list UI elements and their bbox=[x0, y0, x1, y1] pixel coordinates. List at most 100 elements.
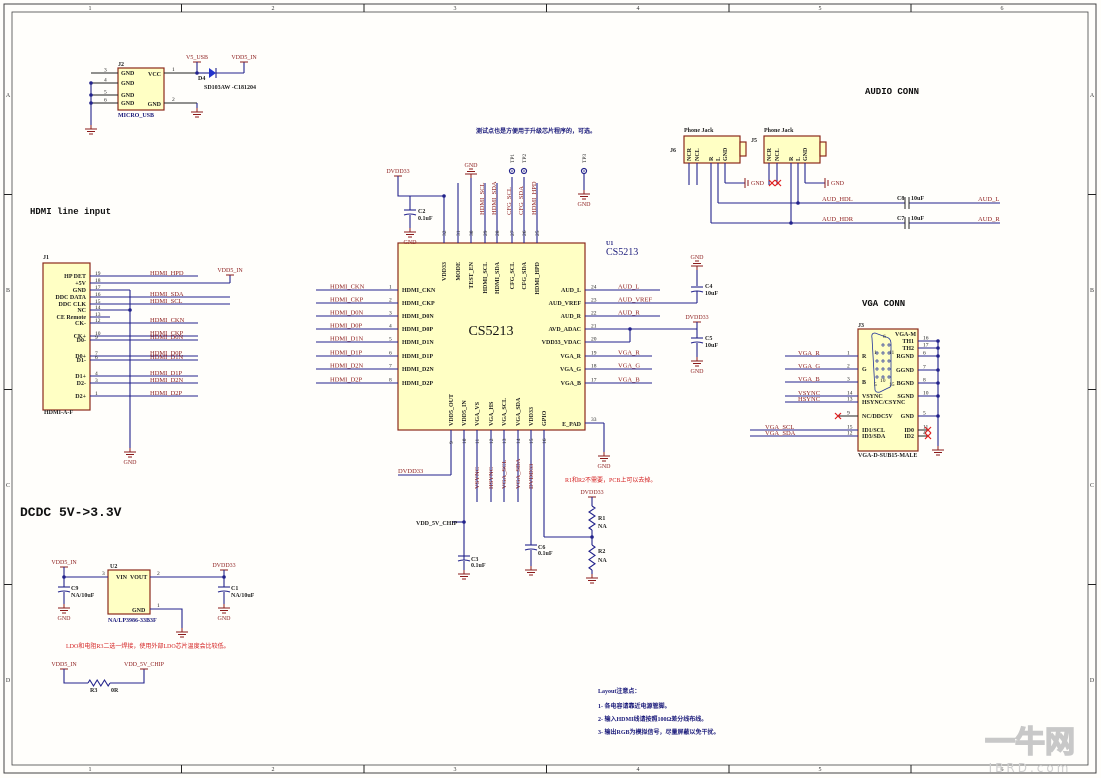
pin-name: MODE bbox=[456, 262, 462, 281]
pin-name: TEST_EN bbox=[469, 261, 475, 288]
pin-number: 28 bbox=[495, 230, 501, 236]
net-label: HDMI_D0P bbox=[330, 323, 363, 330]
pin-number: 6 bbox=[104, 98, 107, 104]
grid-col-label: 5 bbox=[819, 767, 822, 773]
pin-name: VGA_B bbox=[561, 381, 581, 387]
pin-number: 30 bbox=[469, 230, 475, 236]
net-label: VGA_SDA bbox=[765, 430, 796, 437]
ground-icon bbox=[58, 604, 70, 614]
pin-name: AUD_L bbox=[561, 288, 581, 294]
net-label: HDMI_SCL bbox=[150, 298, 183, 305]
pin-name: VIN bbox=[116, 575, 128, 581]
pin-name: R bbox=[709, 156, 715, 161]
dsub-pin-label: 1 bbox=[874, 350, 877, 356]
cap-plate bbox=[57, 590, 71, 593]
pin-name: HDMI_CKP bbox=[402, 301, 435, 307]
pin-number: 4 bbox=[104, 78, 107, 84]
pin-name: VGA_R bbox=[560, 354, 581, 360]
grid-col-label: 4 bbox=[637, 6, 640, 12]
dsub-pin-label: 5 bbox=[874, 382, 877, 388]
pin-number: 3 bbox=[104, 68, 107, 74]
pin-name: NC bbox=[77, 308, 86, 314]
pin-name: GND bbox=[121, 71, 135, 77]
footprint-label: HDMI-A-F bbox=[44, 410, 73, 416]
layout-note-item: 2- 输入HDMI线请按照100Ω差分线布线。 bbox=[598, 715, 707, 723]
grid-row-label: D bbox=[6, 678, 11, 684]
capacitor-icon bbox=[524, 544, 538, 551]
chip-center-label: CS5213 bbox=[468, 324, 513, 339]
net-label: HSYNC bbox=[488, 467, 495, 489]
net-label: HDMI_CKN bbox=[330, 284, 365, 291]
net-label: HDMI_SDA bbox=[150, 291, 184, 298]
pin-number: 16 bbox=[542, 438, 548, 444]
ground-icon bbox=[458, 570, 470, 580]
test-point-label: TP2 bbox=[522, 154, 528, 163]
ground-label: GND bbox=[691, 255, 705, 261]
net-label: HDMI_D0N bbox=[330, 310, 364, 317]
ref-designator: J3 bbox=[858, 323, 864, 329]
part-name: CS5213 bbox=[606, 247, 638, 258]
pin-number: 15 bbox=[529, 438, 535, 444]
ground-icon bbox=[85, 125, 97, 135]
pin-name: D2- bbox=[77, 381, 86, 387]
pin-number: 32 bbox=[442, 230, 448, 236]
grid-row-label: B bbox=[6, 288, 10, 294]
pin-name: VGA_G bbox=[560, 367, 581, 373]
test-point-label: TP3 bbox=[582, 154, 588, 163]
grid-row-label: D bbox=[1090, 678, 1095, 684]
pin-number: 5 bbox=[104, 90, 107, 96]
schematic-sheet: 1 1 2 2 3 3 4 4 5 5 6 6 A A B B C C D D J2 MICRO_USB 3 GND 4 GND 5… bbox=[0, 0, 1101, 778]
ground-label: GND bbox=[691, 369, 705, 375]
section-title-hdmi: HDMI line input bbox=[30, 207, 111, 217]
net-label: HDMI_D1P bbox=[150, 370, 183, 377]
section-title-vga: VGA CONN bbox=[862, 299, 905, 309]
power-net-label: VDD5_IN bbox=[51, 662, 77, 668]
pin-name: VGA_SCL bbox=[502, 398, 508, 426]
ground-icon bbox=[218, 604, 230, 614]
pin-name: GND bbox=[901, 414, 915, 420]
pin-name: GND bbox=[132, 608, 146, 614]
test-point-note: 测试点也是方便用于升级芯片程序的，可选。 bbox=[476, 127, 596, 135]
test-point-label: TP1 bbox=[510, 154, 516, 163]
pin-number: 5 bbox=[389, 337, 392, 343]
pin-name: D1+ bbox=[75, 374, 86, 380]
net-label: VGA_SCL bbox=[501, 460, 508, 489]
ground-icon bbox=[598, 452, 610, 462]
capacitor-icon bbox=[217, 586, 231, 593]
pin-name: NCR bbox=[767, 147, 773, 161]
part-name: MICRO_USB bbox=[118, 113, 154, 119]
pin-number: 18 bbox=[591, 364, 597, 370]
test-point-center bbox=[523, 170, 525, 172]
res-value: NA bbox=[598, 558, 607, 564]
layout-note-item: 1- 各电容请靠近电源管脚。 bbox=[598, 702, 671, 710]
pin-number: 26 bbox=[522, 230, 528, 236]
ground-icon bbox=[691, 260, 703, 270]
pin-name: GND bbox=[803, 147, 809, 161]
power-net-label: V5_USB bbox=[186, 55, 208, 61]
pin-name: HDMI_HPD bbox=[535, 261, 541, 294]
resistor-icon bbox=[588, 505, 596, 531]
cap-value: 10uF bbox=[705, 291, 718, 297]
wire bbox=[397, 176, 444, 197]
pin-number: 19 bbox=[591, 351, 597, 357]
layout-note-item: 3- 输出RGB为模拟信号，尽量屏蔽以免干扰。 bbox=[598, 728, 720, 736]
res-ref: R3 bbox=[90, 688, 97, 694]
grid-row-label: B bbox=[1090, 288, 1094, 294]
wire bbox=[110, 669, 145, 684]
part-name: Phone Jack bbox=[764, 128, 794, 134]
pin-name: D0- bbox=[77, 338, 86, 344]
dsub-pin-label: 6 bbox=[883, 334, 886, 340]
pin-name: GND bbox=[148, 102, 162, 108]
net-label: HDMI_SDA bbox=[491, 181, 498, 215]
ground-label: GND bbox=[598, 464, 612, 470]
grid-col-label: 4 bbox=[637, 767, 640, 773]
power-net-label: VDD5_IN bbox=[231, 55, 257, 61]
net-label: AUD_R bbox=[618, 310, 640, 317]
layout-notes-title: Layout注意点： bbox=[598, 687, 640, 695]
net-label: HDMI_D1N bbox=[150, 354, 184, 361]
cap-value: NA/10uF bbox=[231, 593, 255, 599]
cap-value: NA/10uF bbox=[71, 593, 95, 599]
net-label: HDMI_D2P bbox=[330, 377, 363, 384]
power-net-label: DVDD33 bbox=[212, 563, 235, 569]
net-label: HDMI_HPD bbox=[150, 270, 184, 277]
